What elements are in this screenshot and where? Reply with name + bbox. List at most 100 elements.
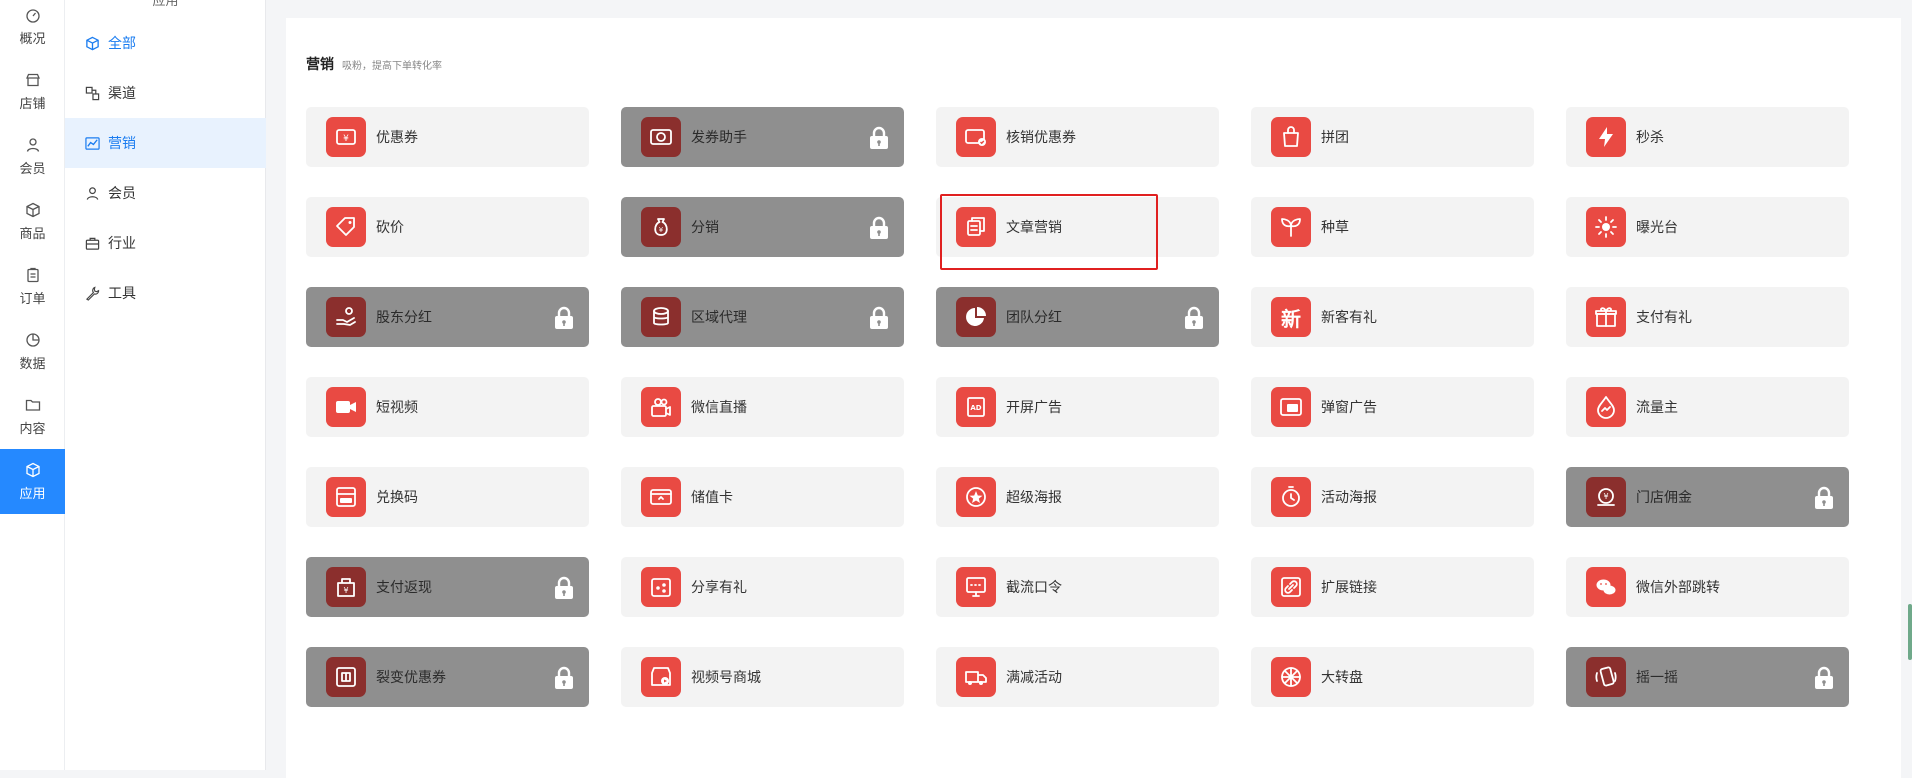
rail-item-6[interactable]: 内容 <box>0 384 65 449</box>
rail-item-1[interactable]: 店铺 <box>0 59 65 124</box>
new-glyph-icon: 新 <box>1281 306 1301 331</box>
app-tile[interactable]: ¥ 优惠券 <box>306 107 589 167</box>
cashback-icon: ¥ <box>337 578 355 597</box>
hand-coins-icon <box>336 307 356 326</box>
subnav-item-2[interactable]: 营销 <box>65 118 266 168</box>
subnav-item-label: 工具 <box>108 286 136 302</box>
app-tile[interactable]: 短视频 <box>306 377 589 437</box>
app-tile[interactable]: 股东分红 <box>306 287 589 347</box>
app-tile[interactable]: 兑换码 <box>306 467 589 527</box>
app-tile[interactable]: ¥ 支付返现 <box>306 557 589 617</box>
app-tile[interactable]: 截流口令 <box>936 557 1219 617</box>
app-tile[interactable]: 种草 <box>1251 197 1534 257</box>
link-icon <box>1281 577 1301 597</box>
tile-label: 分享有礼 <box>691 580 747 596</box>
group-buy-icon <box>1283 126 1299 147</box>
app-tile[interactable]: 发券助手 <box>621 107 904 167</box>
rail-item-0[interactable]: 概况 <box>0 0 65 59</box>
coupon-icon: ¥ <box>336 129 356 145</box>
scrollbar-thumb[interactable] <box>1908 604 1912 660</box>
app-tile[interactable]: 新 新客有礼 <box>1251 287 1534 347</box>
app-tile[interactable]: 文章营销 <box>936 197 1219 257</box>
app-tile[interactable]: 秒杀 <box>1566 107 1849 167</box>
sun-icon <box>1595 216 1617 238</box>
app-tile[interactable]: 储值卡 <box>621 467 904 527</box>
tile-label: 砍价 <box>376 220 404 236</box>
app-tile[interactable]: 摇一摇 <box>1566 647 1849 707</box>
app-tile[interactable]: 区域代理 <box>621 287 904 347</box>
app-tile[interactable]: 核销优惠券 <box>936 107 1219 167</box>
tile-label: 曝光台 <box>1636 220 1678 236</box>
app-tile[interactable]: 微信直播 <box>621 377 904 437</box>
tile-icon-badge: AD <box>956 387 996 427</box>
subnav-item-3[interactable]: 会员 <box>65 168 266 218</box>
app-tile[interactable]: 分享有礼 <box>621 557 904 617</box>
app-tile[interactable]: 超级海报 <box>936 467 1219 527</box>
svg-text:¥: ¥ <box>343 134 349 144</box>
secondary-sidebar: 应用 全部 渠道 营销 会员 行业 工具 <box>65 0 266 770</box>
svg-text:¥: ¥ <box>659 226 664 234</box>
tile-label: 弹窗广告 <box>1321 400 1377 416</box>
tile-label: 分销 <box>691 220 719 236</box>
tile-icon-badge <box>1586 567 1626 607</box>
subnav-item-1[interactable]: 渠道 <box>65 68 266 118</box>
discount-truck-icon <box>965 671 987 685</box>
star-poster-icon <box>966 487 986 507</box>
section-subtitle: 吸粉，提高下单转化率 <box>342 61 442 72</box>
tile-icon-badge <box>326 297 366 337</box>
section-header: 营销 吸粉，提高下单转化率 <box>306 54 442 74</box>
tile-label: 储值卡 <box>691 490 733 506</box>
rail-item-5[interactable]: 数据 <box>0 319 65 384</box>
app-tile[interactable]: 扩展链接 <box>1251 557 1534 617</box>
app-tile[interactable]: AD 开屏广告 <box>936 377 1219 437</box>
subnav-item-5[interactable]: 工具 <box>65 268 266 318</box>
tile-label: 超级海报 <box>1006 490 1062 506</box>
bargain-icon <box>336 217 355 236</box>
app-tile[interactable]: ¥ 门店佣金 <box>1566 467 1849 527</box>
app-tile[interactable]: 弹窗广告 <box>1251 377 1534 437</box>
subnav-item-label: 行业 <box>108 236 136 252</box>
coupon-helper-icon <box>650 129 672 145</box>
password-icon <box>966 577 986 597</box>
tile-icon-badge <box>956 657 996 697</box>
rail-item-7[interactable]: 应用 <box>0 449 65 514</box>
dashboard-icon <box>25 8 40 23</box>
app-tile[interactable]: 流量主 <box>1566 377 1849 437</box>
app-tile[interactable]: 曝光台 <box>1566 197 1849 257</box>
cube-icon <box>25 462 40 477</box>
tile-icon-badge <box>1586 657 1626 697</box>
app-tile[interactable]: ¥ 分销 <box>621 197 904 257</box>
tile-icon-badge: 新 <box>1271 297 1311 337</box>
app-tile[interactable]: 视频号商城 <box>621 647 904 707</box>
rail-item-4[interactable]: 订单 <box>0 254 65 319</box>
tile-label: 微信外部跳转 <box>1636 580 1720 596</box>
app-tile[interactable]: 支付有礼 <box>1566 287 1849 347</box>
app-tile[interactable]: 满减活动 <box>936 647 1219 707</box>
tile-icon-badge <box>1271 387 1311 427</box>
rail-item-3[interactable]: 商品 <box>0 189 65 254</box>
app-tile[interactable]: 裂变优惠券 <box>306 647 589 707</box>
subnav-item-4[interactable]: 行业 <box>65 218 266 268</box>
app-tile[interactable]: 砍价 <box>306 197 589 257</box>
app-tile[interactable]: 微信外部跳转 <box>1566 557 1849 617</box>
app-tile[interactable]: 活动海报 <box>1251 467 1534 527</box>
wrench-icon <box>85 286 100 301</box>
app-tile[interactable]: 大转盘 <box>1251 647 1534 707</box>
tile-label: 微信直播 <box>691 400 747 416</box>
subnav-item-0[interactable]: 全部 <box>65 18 266 68</box>
rail-item-2[interactable]: 会员 <box>0 124 65 189</box>
app-tile[interactable]: 团队分红 <box>936 287 1219 347</box>
rail-item-label: 商品 <box>19 226 46 242</box>
rail-item-label: 概况 <box>19 31 46 47</box>
stored-card-icon <box>650 489 672 505</box>
app-tile[interactable]: 拼团 <box>1251 107 1534 167</box>
user-icon <box>86 186 99 200</box>
tile-icon-badge <box>1271 477 1311 517</box>
lock-icon <box>1813 666 1835 690</box>
tile-icon-badge: ¥ <box>641 207 681 247</box>
svg-text:¥: ¥ <box>1603 492 1608 501</box>
live-camera-icon <box>651 398 671 417</box>
tile-icon-badge <box>1586 207 1626 247</box>
tile-icon-badge: ¥ <box>326 117 366 157</box>
tile-icon-badge <box>326 387 366 427</box>
